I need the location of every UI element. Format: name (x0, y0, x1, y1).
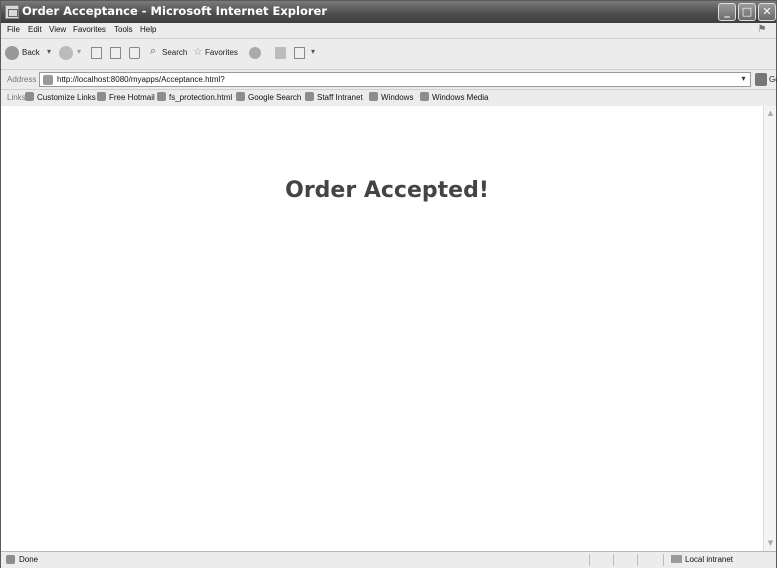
back-dropdown-icon[interactable]: ▾ (47, 47, 51, 56)
search-button-label[interactable]: Search (162, 48, 187, 57)
back-button-label[interactable]: Back (22, 48, 40, 57)
mail-icon[interactable] (275, 47, 286, 59)
scroll-down-icon[interactable]: ▼ (766, 539, 775, 548)
address-url[interactable]: http://localhost:8080/myapps/Acceptance.… (57, 75, 225, 84)
status-divider (589, 554, 590, 566)
windows-flag-icon: ⚑ (757, 24, 767, 35)
address-field[interactable]: http://localhost:8080/myapps/Acceptance.… (39, 72, 751, 87)
minimize-button[interactable]: _ (718, 3, 736, 21)
browser-window: Order Acceptance - Microsoft Internet Ex… (0, 0, 777, 568)
menu-edit[interactable]: Edit (28, 25, 42, 34)
forward-dropdown-icon[interactable]: ▾ (77, 47, 81, 56)
link-page-icon (420, 92, 429, 101)
links-label: Links (7, 93, 26, 102)
print-dropdown-icon[interactable]: ▾ (311, 47, 315, 56)
address-bar: Address http://localhost:8080/myapps/Acc… (1, 69, 777, 90)
stop-icon[interactable] (91, 47, 102, 59)
favorites-button-label[interactable]: Favorites (205, 48, 238, 57)
link-customize-links[interactable]: Customize Links (25, 92, 96, 102)
search-icon[interactable]: ⌕ (150, 45, 156, 58)
title-bar: Order Acceptance - Microsoft Internet Ex… (1, 1, 776, 23)
menu-file[interactable]: File (7, 25, 20, 34)
maximize-button[interactable]: □ (738, 3, 756, 21)
link-windows-media[interactable]: Windows Media (420, 92, 488, 102)
back-arrow-icon[interactable] (5, 46, 19, 60)
link-free-hotmail[interactable]: Free Hotmail (97, 92, 155, 102)
status-page-icon (6, 555, 15, 564)
app-icon (5, 5, 19, 19)
forward-arrow-icon[interactable] (59, 46, 73, 60)
page-content: Order Accepted! (1, 106, 763, 551)
scroll-up-icon[interactable]: ▲ (766, 109, 775, 118)
vertical-scrollbar[interactable]: ▲ ▼ (763, 106, 776, 551)
link-staff-intranet[interactable]: Staff Intranet (305, 92, 363, 102)
page-heading: Order Accepted! (285, 178, 489, 203)
history-icon[interactable] (249, 47, 261, 59)
menu-favorites[interactable]: Favorites (73, 25, 106, 34)
menu-tools[interactable]: Tools (114, 25, 133, 34)
refresh-icon[interactable] (110, 47, 121, 59)
menu-help[interactable]: Help (140, 25, 156, 34)
page-icon (43, 75, 53, 85)
print-icon[interactable] (294, 47, 305, 59)
address-dropdown-icon[interactable]: ▾ (738, 74, 749, 85)
link-windows[interactable]: Windows (369, 92, 413, 102)
status-divider (613, 554, 614, 566)
link-google-search[interactable]: Google Search (236, 92, 301, 102)
link-page-icon (25, 92, 34, 101)
standard-toolbar: Back ▾ ▾ ⌕ Search ☆ Favorites ▾ (1, 38, 776, 70)
link-page-icon (97, 92, 106, 101)
link-page-icon (369, 92, 378, 101)
menu-view[interactable]: View (49, 25, 66, 34)
go-button-label[interactable]: Go (769, 75, 777, 84)
go-arrow-icon[interactable] (755, 73, 767, 86)
link-fs-protection[interactable]: fs_protection.html (157, 92, 232, 102)
window-title: Order Acceptance - Microsoft Internet Ex… (22, 4, 327, 18)
favorites-star-icon[interactable]: ☆ (193, 45, 203, 58)
status-text: Done (19, 555, 39, 564)
link-page-icon (157, 92, 166, 101)
security-zone: Local intranet (671, 555, 733, 564)
link-page-icon (236, 92, 245, 101)
status-bar: Done Local intranet (1, 551, 776, 568)
intranet-icon (671, 555, 682, 563)
menu-bar: File Edit View Favorites Tools Help ⚑ (1, 23, 776, 38)
address-label: Address (7, 75, 37, 84)
status-divider (663, 554, 664, 566)
link-page-icon (305, 92, 314, 101)
home-icon[interactable] (129, 47, 140, 59)
links-bar: Links Customize Links Free Hotmail fs_pr… (1, 89, 776, 107)
status-divider (637, 554, 638, 566)
close-button[interactable]: ✕ (758, 3, 776, 21)
